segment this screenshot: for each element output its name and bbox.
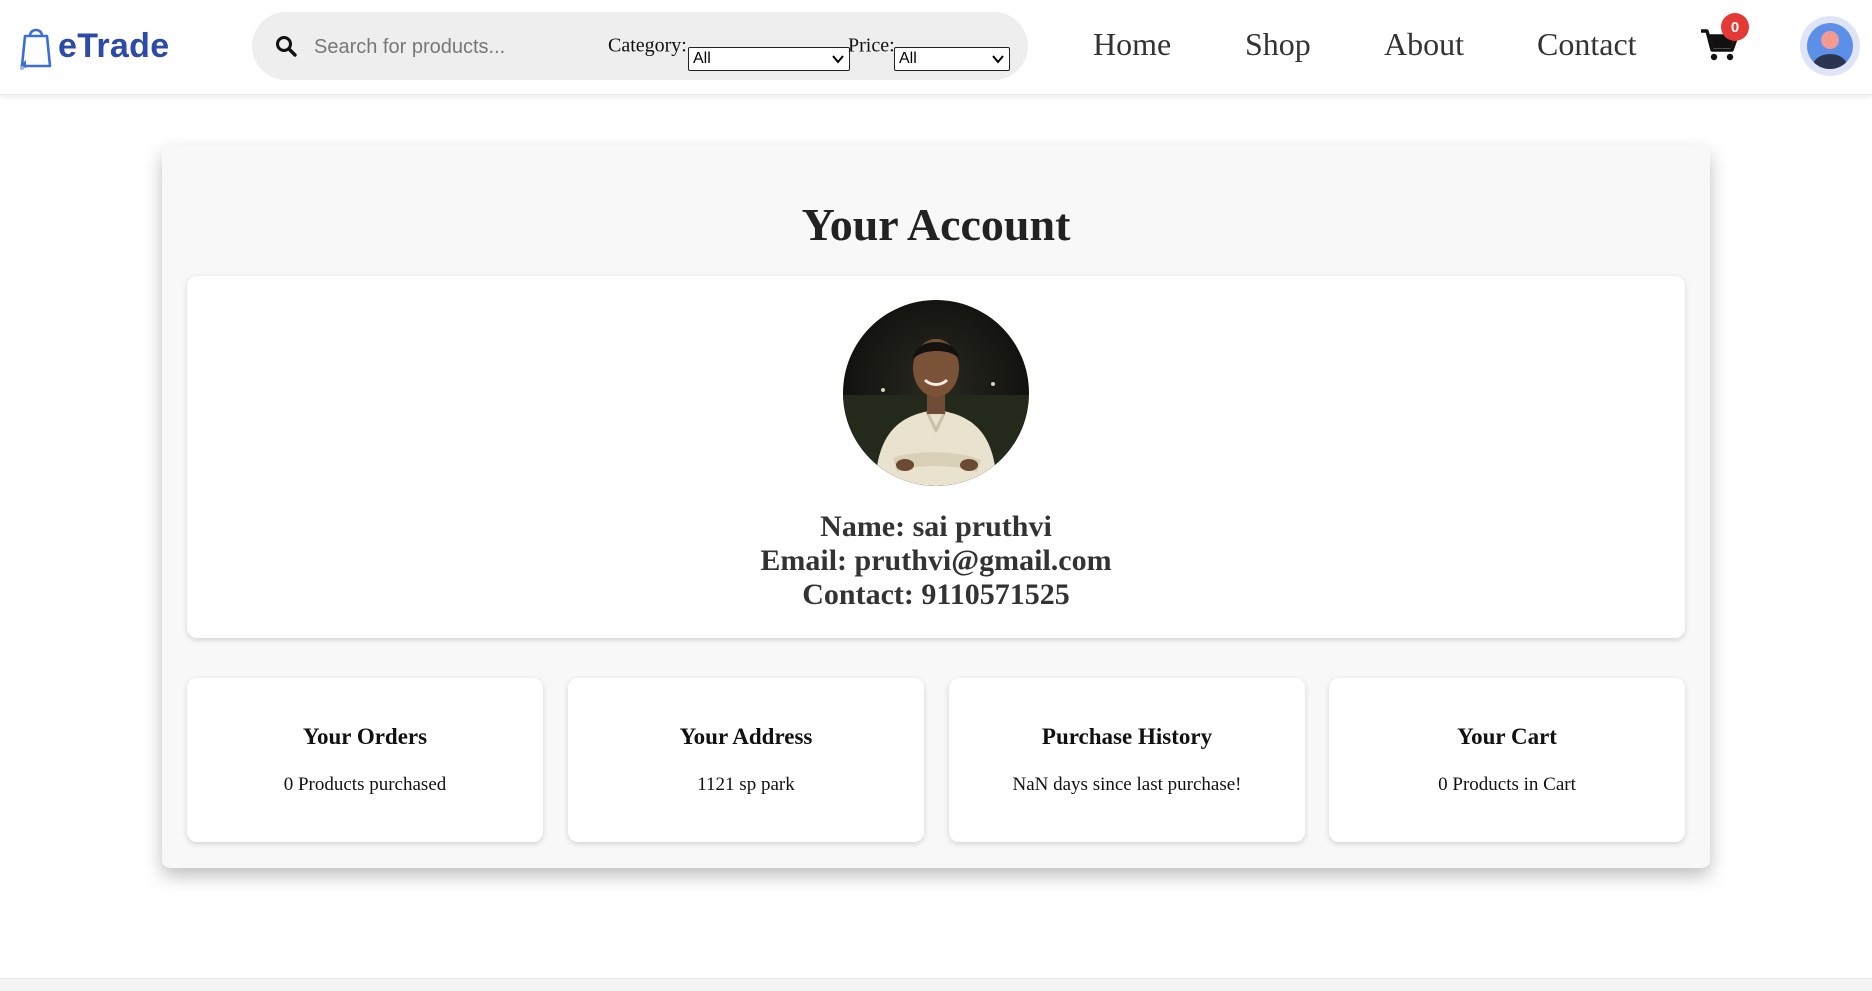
purchase-history-card[interactable]: Purchase History NaN days since last pur…: [949, 678, 1305, 842]
stat-title: Your Cart: [1457, 724, 1557, 749]
profile-photo: [843, 300, 1029, 486]
shopping-bag-icon: [20, 28, 52, 70]
nav-contact[interactable]: Contact: [1537, 26, 1637, 63]
price-filter-label: Price:: [848, 34, 895, 57]
category-select-value: All: [693, 50, 711, 67]
stat-value: 0 Products purchased: [283, 774, 447, 795]
stat-title: Purchase History: [1041, 724, 1213, 749]
search-input[interactable]: [312, 28, 596, 66]
brand-name: eTrade: [58, 26, 170, 65]
user-avatar-button[interactable]: [1800, 16, 1860, 76]
category-filter-label: Category:: [608, 34, 687, 57]
price-select-value: All: [899, 50, 917, 67]
profile-email: Email: pruthvi@gmail.com: [760, 544, 1112, 577]
cart-card[interactable]: Your Cart 0 Products in Cart: [1329, 678, 1685, 842]
account-card: Your Account Name: sai pruthvi Email: pr…: [162, 146, 1710, 868]
stat-value: 1121 sp park: [697, 774, 795, 795]
profile-name: Name: sai pruthvi: [820, 510, 1052, 543]
orders-card[interactable]: Your Orders 0 Products purchased: [187, 678, 543, 842]
category-select[interactable]: All: [688, 47, 850, 71]
top-navbar: eTrade Category: All Price: All Home Sho…: [0, 0, 1872, 95]
profile-contact: Contact: 9110571525: [802, 578, 1070, 611]
profile-panel: Name: sai pruthvi Email: pruthvi@gmail.c…: [187, 276, 1685, 638]
search-icon[interactable]: [274, 34, 298, 58]
stat-title: Your Orders: [302, 724, 428, 749]
stat-value: 0 Products in Cart: [1438, 774, 1576, 795]
search-bar: Category: All Price: All: [252, 12, 1028, 80]
profile-info: Name: sai pruthvi Email: pruthvi@gmail.c…: [187, 510, 1685, 612]
chevron-down-icon: [832, 55, 844, 64]
nav-shop[interactable]: Shop: [1245, 26, 1311, 63]
nav-home[interactable]: Home: [1093, 26, 1171, 63]
brand-logo[interactable]: eTrade: [18, 22, 169, 70]
stat-title: Your Address: [679, 724, 813, 749]
user-avatar-icon: [1807, 23, 1853, 69]
cart-count-badge: 0: [1721, 13, 1749, 41]
chevron-down-icon: [992, 55, 1004, 64]
footer-divider: [0, 978, 1872, 991]
nav-about[interactable]: About: [1384, 26, 1464, 63]
stat-value: NaN days since last purchase!: [1012, 774, 1242, 795]
address-card[interactable]: Your Address 1121 sp park: [568, 678, 924, 842]
price-select[interactable]: All: [894, 47, 1010, 71]
page-title: Your Account: [801, 199, 1071, 250]
